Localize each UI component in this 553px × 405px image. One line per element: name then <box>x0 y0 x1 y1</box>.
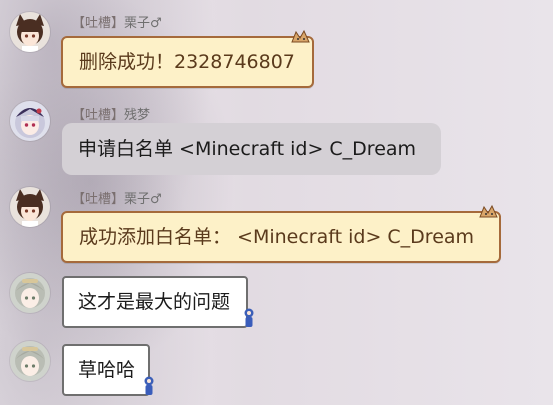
sender-nickname: 栗子♂ <box>124 16 162 31</box>
message-bubble[interactable]: 草哈哈 <box>62 344 150 396</box>
avatar[interactable] <box>9 340 51 382</box>
message-text: 成功添加白名单： <Minecraft id> C_Dream <box>79 226 475 248</box>
sender-tag: 【吐槽】 <box>72 192 125 207</box>
message-bubble[interactable]: 删除成功！2328746807 <box>61 36 314 88</box>
message-bubble[interactable]: 这才是最大的问题 <box>62 276 248 328</box>
message-text: 这才是最大的问题 <box>78 291 231 313</box>
message-text: 草哈哈 <box>78 359 136 381</box>
sender-nickname: 残梦 <box>124 108 151 123</box>
avatar[interactable] <box>9 186 51 228</box>
avatar[interactable] <box>9 100 51 142</box>
chibi-figure-decoration-icon <box>144 376 154 395</box>
message-bubble[interactable]: 申请白名单 <Minecraft id> C_Dream <box>62 123 441 175</box>
message-bubble[interactable]: 成功添加白名单： <Minecraft id> C_Dream <box>61 211 501 263</box>
message-text: 申请白名单 <Minecraft id> C_Dream <box>78 138 417 160</box>
sender-name: 【吐槽】栗子♂ <box>72 12 162 31</box>
avatar[interactable] <box>9 272 51 314</box>
chibi-figure-decoration-icon <box>244 308 254 327</box>
sender-name: 【吐槽】残梦 <box>72 104 150 123</box>
sender-tag: 【吐槽】 <box>72 16 125 31</box>
avatar[interactable] <box>9 11 51 53</box>
sender-nickname: 栗子♂ <box>124 192 162 207</box>
sender-tag: 【吐槽】 <box>72 108 125 123</box>
cat-ears-decoration-icon <box>291 29 310 43</box>
sender-name: 【吐槽】栗子♂ <box>72 188 162 207</box>
message-text: 删除成功！2328746807 <box>79 51 295 73</box>
cat-ears-decoration-icon <box>479 204 498 218</box>
